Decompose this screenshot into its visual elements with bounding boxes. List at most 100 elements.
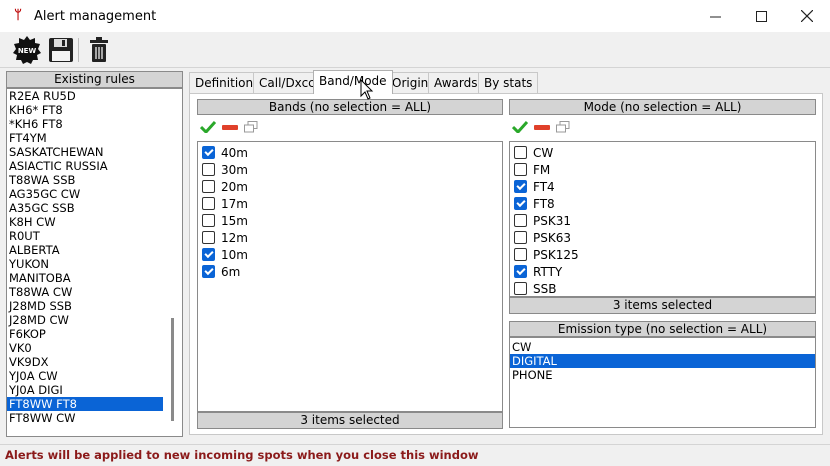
save-button[interactable] xyxy=(46,35,76,65)
checkbox-checked-icon[interactable] xyxy=(202,248,215,261)
checkbox-unchecked-icon[interactable] xyxy=(202,180,215,193)
band-label: 6m xyxy=(221,264,241,279)
green-check-icon xyxy=(511,120,529,134)
bands-tools xyxy=(199,120,264,136)
tab-call-dxcc[interactable]: Call/Dxcc xyxy=(253,72,321,93)
rule-list-item[interactable]: FT4YM xyxy=(7,131,163,145)
mode-label: PSK125 xyxy=(533,247,579,262)
minimize-button[interactable] xyxy=(692,0,738,32)
band-checkbox-row[interactable]: 20m xyxy=(198,178,502,195)
checkbox-checked-icon[interactable] xyxy=(514,265,527,278)
mode-checkbox-row[interactable]: PSK63 xyxy=(510,229,815,246)
checkbox-checked-icon[interactable] xyxy=(202,146,215,159)
checkbox-unchecked-icon[interactable] xyxy=(514,146,527,159)
band-checkbox-row[interactable]: 12m xyxy=(198,229,502,246)
emission-list-item[interactable]: DIGITAL xyxy=(510,354,815,368)
green-check-icon xyxy=(199,120,217,134)
rule-list-item[interactable]: KH6* FT8 xyxy=(7,103,163,117)
checkbox-unchecked-icon[interactable] xyxy=(202,163,215,176)
copy-icon xyxy=(556,120,570,132)
mode-copy-button[interactable] xyxy=(556,120,570,136)
tab-awards[interactable]: Awards xyxy=(428,72,484,93)
band-checkbox-row[interactable]: 40m xyxy=(198,144,502,161)
tab-band-mode[interactable]: Band/Mode xyxy=(313,70,393,94)
maximize-button[interactable] xyxy=(738,0,784,32)
mode-check-all-button[interactable] xyxy=(511,120,529,136)
emission-list-item[interactable]: PHONE xyxy=(510,368,815,382)
checkbox-checked-icon[interactable] xyxy=(514,197,527,210)
red-minus-icon xyxy=(534,125,550,130)
checkbox-unchecked-icon[interactable] xyxy=(202,214,215,227)
band-label: 10m xyxy=(221,247,248,262)
rule-list-item[interactable]: *KH6 FT8 xyxy=(7,117,163,131)
rule-list-item[interactable]: VK0 xyxy=(7,341,163,355)
band-label: 17m xyxy=(221,196,248,211)
band-label: 12m xyxy=(221,230,248,245)
mode-uncheck-all-button[interactable] xyxy=(534,121,550,135)
delete-button[interactable] xyxy=(84,35,114,65)
checkbox-checked-icon[interactable] xyxy=(202,265,215,278)
checkbox-unchecked-icon[interactable] xyxy=(514,214,527,227)
band-label: 40m xyxy=(221,145,248,160)
rule-list-item[interactable]: VK9DX xyxy=(7,355,163,369)
emission-list-item[interactable]: CW xyxy=(510,340,815,354)
rule-list-item[interactable]: YUKON xyxy=(7,257,163,271)
rule-list-item[interactable]: T88WA CW xyxy=(7,285,163,299)
band-checkbox-row[interactable]: 15m xyxy=(198,212,502,229)
rule-list-item[interactable]: ASIACTIC RUSSIA xyxy=(7,159,163,173)
rule-list-item[interactable]: R0UT xyxy=(7,229,163,243)
bands-checklist: 40m 30m 20m 17m 15m 12m 10m 6m xyxy=(197,141,503,412)
mode-checkbox-row[interactable]: PSK31 xyxy=(510,212,815,229)
rule-list-item[interactable]: MANITOBA xyxy=(7,271,163,285)
checkbox-unchecked-icon[interactable] xyxy=(514,282,527,295)
checkbox-unchecked-icon[interactable] xyxy=(514,231,527,244)
rule-list-item[interactable]: FT8WW FT8 xyxy=(7,397,163,411)
rule-list-item[interactable]: A35GC SSB xyxy=(7,201,163,215)
bands-check-all-button[interactable] xyxy=(199,120,217,136)
mode-checkbox-row[interactable]: PSK125 xyxy=(510,246,815,263)
mode-label: PSK31 xyxy=(533,213,571,228)
mode-label: RTTY xyxy=(533,264,563,279)
rule-list-item[interactable]: J28MD SSB xyxy=(7,299,163,313)
toolbar-separator xyxy=(78,38,79,62)
rule-list-item[interactable]: FT8WW CW xyxy=(7,411,163,425)
rules-scrollbar-thumb[interactable] xyxy=(171,318,174,421)
rule-list-item[interactable]: YJ0A CW xyxy=(7,369,163,383)
bands-uncheck-all-button[interactable] xyxy=(222,121,238,135)
tab-definition[interactable]: Definition xyxy=(189,72,260,93)
tab-by-stats[interactable]: By stats xyxy=(478,72,539,93)
band-checkbox-row[interactable]: 10m xyxy=(198,246,502,263)
mode-checkbox-row[interactable]: FT8 xyxy=(510,195,815,212)
rule-list-item[interactable]: R2EA RU5D xyxy=(7,89,163,103)
mode-label: PSK63 xyxy=(533,230,571,245)
existing-rules-list[interactable]: R2EA RU5D KH6* FT8 *KH6 FT8 FT4YM SASKATCHEW… xyxy=(6,88,183,437)
emission-type-list[interactable]: CW DIGITAL PHONE xyxy=(509,337,816,428)
checkbox-unchecked-icon[interactable] xyxy=(202,197,215,210)
rule-list-item[interactable]: ALBERTA xyxy=(7,243,163,257)
rule-list-item[interactable]: J28MD CW xyxy=(7,313,163,327)
checkbox-unchecked-icon[interactable] xyxy=(514,248,527,261)
checkbox-checked-icon[interactable] xyxy=(514,180,527,193)
band-checkbox-row[interactable]: 6m xyxy=(198,263,502,280)
mode-checkbox-row[interactable]: FT4 xyxy=(510,178,815,195)
bands-copy-button[interactable] xyxy=(244,120,258,136)
close-button[interactable] xyxy=(784,0,830,32)
band-checkbox-row[interactable]: 30m xyxy=(198,161,502,178)
rule-list-item[interactable]: YJ0A DIGI xyxy=(7,383,163,397)
rule-list-item[interactable]: SASKATCHEWAN xyxy=(7,145,163,159)
mode-checkbox-row[interactable]: FM xyxy=(510,161,815,178)
checkbox-unchecked-icon[interactable] xyxy=(202,231,215,244)
checkbox-unchecked-icon[interactable] xyxy=(514,163,527,176)
existing-rules-header: Existing rules xyxy=(6,71,183,88)
new-rule-button[interactable]: NEW xyxy=(12,35,42,65)
band-checkbox-row[interactable]: 17m xyxy=(198,195,502,212)
mode-tools xyxy=(511,120,576,136)
rule-list-item[interactable]: K8H CW xyxy=(7,215,163,229)
mode-label: FM xyxy=(533,162,551,177)
mode-checkbox-row[interactable]: CW xyxy=(510,144,815,161)
mode-checkbox-row[interactable]: SSB xyxy=(510,280,815,297)
mode-checkbox-row[interactable]: RTTY xyxy=(510,263,815,280)
rule-list-item[interactable]: F6KOP xyxy=(7,327,163,341)
rule-list-item[interactable]: AG35GC CW xyxy=(7,187,163,201)
rule-list-item[interactable]: T88WA SSB xyxy=(7,173,163,187)
